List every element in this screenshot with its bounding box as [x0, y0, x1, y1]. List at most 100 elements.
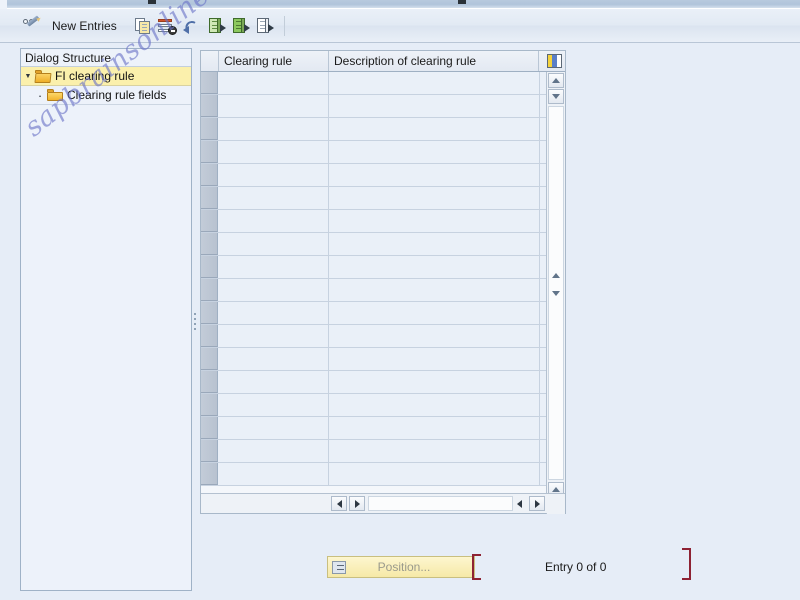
table-row[interactable]	[201, 141, 546, 164]
cell-description[interactable]	[330, 72, 540, 94]
scroll-right-button[interactable]	[349, 496, 365, 511]
cell-description[interactable]	[330, 233, 540, 255]
cell-clearing-rule[interactable]	[219, 233, 329, 255]
column-header-description[interactable]: Description of clearing rule	[329, 51, 539, 71]
scroll-page-down-button[interactable]	[548, 286, 564, 301]
row-select-cell[interactable]	[201, 302, 218, 324]
row-select-cell[interactable]	[201, 417, 218, 439]
cell-clearing-rule[interactable]	[219, 371, 329, 393]
table-row[interactable]	[201, 302, 546, 325]
display-change-toggle-button[interactable]	[22, 13, 42, 39]
row-select-cell[interactable]	[201, 118, 218, 140]
table-horizontal-scrollbar[interactable]	[201, 493, 565, 513]
deselect-all-button[interactable]	[255, 13, 275, 39]
table-row[interactable]	[201, 210, 546, 233]
row-select-cell[interactable]	[201, 394, 218, 416]
tree-item-clearing-rule-fields[interactable]: · Clearing rule fields	[21, 86, 191, 105]
cell-description[interactable]	[330, 440, 540, 462]
delete-button[interactable]	[157, 13, 177, 39]
cell-clearing-rule[interactable]	[219, 95, 329, 117]
cell-clearing-rule[interactable]	[219, 394, 329, 416]
table-row[interactable]	[201, 417, 546, 440]
table-row[interactable]	[201, 394, 546, 417]
table-row[interactable]	[201, 118, 546, 141]
row-select-cell[interactable]	[201, 141, 218, 163]
expand-collapse-arrow-icon[interactable]: ▼	[21, 73, 35, 80]
table-row[interactable]	[201, 371, 546, 394]
row-select-cell[interactable]	[201, 256, 218, 278]
table-row[interactable]	[201, 164, 546, 187]
panel-splitter-handle[interactable]	[192, 310, 197, 332]
cell-clearing-rule[interactable]	[219, 256, 329, 278]
row-select-cell[interactable]	[201, 279, 218, 301]
scroll-page-up-button[interactable]	[548, 268, 564, 283]
cell-description[interactable]	[330, 95, 540, 117]
row-select-cell[interactable]	[201, 72, 218, 94]
cell-clearing-rule[interactable]	[219, 187, 329, 209]
select-all-button[interactable]	[207, 13, 227, 39]
cell-description[interactable]	[330, 187, 540, 209]
scroll-down-button[interactable]	[548, 89, 564, 104]
cell-description[interactable]	[330, 371, 540, 393]
table-row[interactable]	[201, 187, 546, 210]
table-row[interactable]	[201, 440, 546, 463]
table-vertical-scrollbar[interactable]	[546, 72, 565, 514]
table-row[interactable]	[201, 72, 546, 95]
select-block-button[interactable]	[231, 13, 251, 39]
cell-description[interactable]	[330, 210, 540, 232]
tree-item-fi-clearing-rule[interactable]: ▼ FI clearing rule	[21, 67, 191, 86]
cell-description[interactable]	[330, 164, 540, 186]
horizontal-scroll-track[interactable]	[368, 496, 513, 511]
row-select-cell[interactable]	[201, 440, 218, 462]
table-row[interactable]	[201, 279, 546, 302]
table-row[interactable]	[201, 233, 546, 256]
cell-clearing-rule[interactable]	[219, 141, 329, 163]
cell-clearing-rule[interactable]	[219, 348, 329, 370]
cell-clearing-rule[interactable]	[219, 164, 329, 186]
row-select-cell[interactable]	[201, 210, 218, 232]
table-row[interactable]	[201, 325, 546, 348]
cell-clearing-rule[interactable]	[219, 440, 329, 462]
new-entries-button[interactable]: New Entries	[52, 13, 117, 39]
cell-clearing-rule[interactable]	[219, 302, 329, 324]
cell-description[interactable]	[330, 256, 540, 278]
table-row[interactable]	[201, 463, 546, 486]
cell-description[interactable]	[330, 325, 540, 347]
row-select-cell[interactable]	[201, 164, 218, 186]
cell-description[interactable]	[330, 141, 540, 163]
table-row[interactable]	[201, 95, 546, 118]
cell-description[interactable]	[330, 417, 540, 439]
cell-description[interactable]	[330, 118, 540, 140]
row-select-cell[interactable]	[201, 95, 218, 117]
undo-button[interactable]	[182, 13, 202, 39]
table-settings-icon[interactable]	[547, 54, 562, 68]
cell-description[interactable]	[330, 279, 540, 301]
row-select-cell[interactable]	[201, 463, 218, 485]
row-select-cell[interactable]	[201, 233, 218, 255]
scroll-left-button[interactable]	[331, 496, 347, 511]
copy-as-button[interactable]	[133, 13, 153, 39]
cell-clearing-rule[interactable]	[219, 279, 329, 301]
cell-clearing-rule[interactable]	[219, 325, 329, 347]
row-select-cell[interactable]	[201, 371, 218, 393]
cell-description[interactable]	[330, 348, 540, 370]
cell-clearing-rule[interactable]	[219, 72, 329, 94]
position-button[interactable]: Position...	[327, 556, 475, 578]
cell-clearing-rule[interactable]	[219, 210, 329, 232]
table-header-select-all-cell[interactable]	[201, 51, 219, 71]
column-header-clearing-rule[interactable]: Clearing rule	[219, 51, 329, 71]
cell-description[interactable]	[330, 463, 540, 485]
cell-clearing-rule[interactable]	[219, 463, 329, 485]
scroll-up-button[interactable]	[548, 73, 564, 88]
row-select-cell[interactable]	[201, 325, 218, 347]
scroll-page-right-button[interactable]	[529, 496, 545, 511]
cell-description[interactable]	[330, 302, 540, 324]
row-select-cell[interactable]	[201, 187, 218, 209]
cell-clearing-rule[interactable]	[219, 118, 329, 140]
table-row[interactable]	[201, 348, 546, 371]
row-select-cell[interactable]	[201, 348, 218, 370]
scroll-page-left-button[interactable]	[511, 496, 527, 511]
table-row[interactable]	[201, 256, 546, 279]
cell-description[interactable]	[330, 394, 540, 416]
cell-clearing-rule[interactable]	[219, 417, 329, 439]
